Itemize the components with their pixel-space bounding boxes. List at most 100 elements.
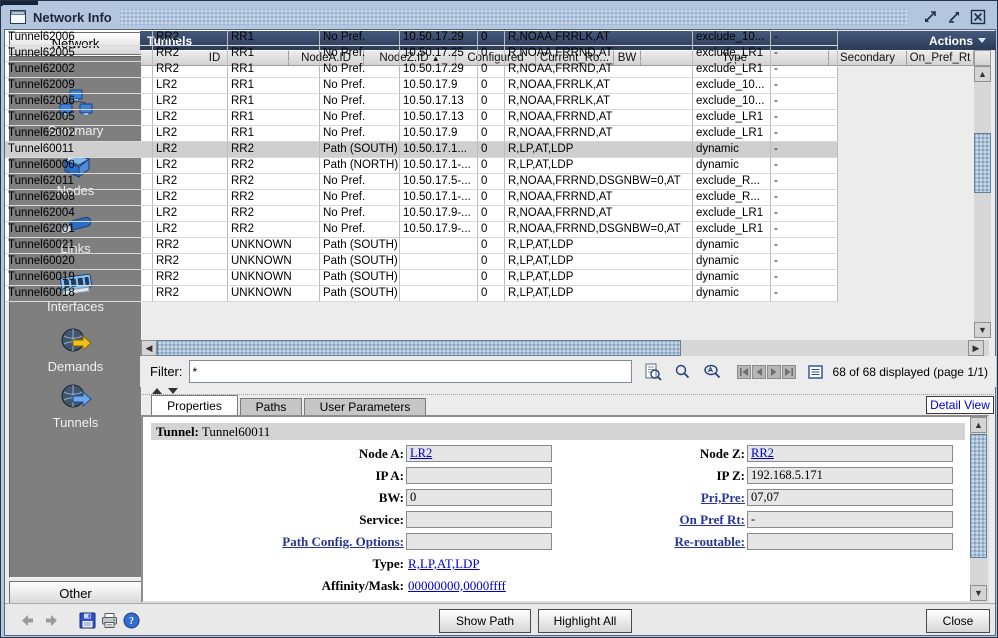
scroll-down-button[interactable]: ▼ bbox=[970, 585, 987, 601]
maximize-icon[interactable] bbox=[945, 8, 963, 26]
forward-arrow-icon[interactable] bbox=[43, 612, 60, 629]
table-cell: LR2 bbox=[153, 142, 228, 158]
table-cell: R,LP,AT,LDP bbox=[505, 158, 693, 174]
table-row[interactable]: Tunnel62009LR2RR1No Pref.10.50.17.90R,NO… bbox=[5, 78, 838, 94]
table-row[interactable]: Tunnel60021RR2UNKNOWNPath (SOUTH)0R,LP,A… bbox=[5, 238, 838, 254]
table-cell: LR2 bbox=[153, 78, 228, 94]
table-row[interactable]: Tunnel60018RR2UNKNOWNPath (SOUTH)0R,LP,A… bbox=[5, 286, 838, 302]
property-value-link[interactable]: 00000000,0000ffff bbox=[408, 577, 506, 594]
property-label[interactable]: Path Config. Options: bbox=[153, 533, 404, 551]
table-cell: - bbox=[771, 174, 838, 190]
table-cell: UNKNOWN bbox=[228, 286, 320, 302]
property-label[interactable]: Re-routable: bbox=[483, 533, 745, 551]
table-cell: Tunnel62006 bbox=[5, 30, 153, 46]
table-row[interactable]: Tunnel60011LR2RR2Path (SOUTH)10.50.17.1.… bbox=[5, 142, 838, 158]
table-row[interactable]: Tunnel62008LR2RR2No Pref.10.50.17.1-...0… bbox=[5, 190, 838, 206]
tab-user-parameters[interactable]: User Parameters bbox=[304, 398, 426, 415]
collapse-up-icon[interactable] bbox=[152, 388, 162, 394]
table-row[interactable]: Tunnel60000LR2RR2Path (NORTH)10.50.17.1-… bbox=[5, 158, 838, 174]
scroll-up-button[interactable]: ▲ bbox=[974, 66, 991, 82]
actions-menu-button[interactable]: Actions bbox=[929, 34, 986, 48]
table-cell: LR2 bbox=[153, 174, 228, 190]
column-header-secondary[interactable]: Secondary bbox=[829, 50, 907, 66]
properties-vertical-scrollbar[interactable]: ▲ ▼ bbox=[970, 417, 987, 601]
sidebar-item-demands[interactable]: Demands bbox=[10, 327, 141, 385]
tab-properties[interactable]: Properties bbox=[151, 395, 238, 415]
scroll-up-button[interactable]: ▲ bbox=[970, 417, 987, 433]
table-vertical-scrollbar[interactable]: ▲ ▼ bbox=[974, 66, 991, 338]
table-row[interactable]: Tunnel62006RR2RR1No Pref.10.50.17.290R,N… bbox=[5, 30, 838, 46]
page-list-icon[interactable] bbox=[808, 365, 823, 379]
scroll-down-button[interactable]: ▼ bbox=[974, 322, 991, 338]
property-label: Node Z: bbox=[483, 445, 745, 463]
prev-page-button[interactable] bbox=[752, 365, 766, 379]
table-cell: - bbox=[771, 190, 838, 206]
last-page-button[interactable] bbox=[782, 365, 796, 379]
property-label[interactable]: Pri,Pre: bbox=[483, 489, 745, 507]
tab-paths[interactable]: Paths bbox=[240, 398, 302, 415]
table-cell: Tunnel60019 bbox=[5, 270, 153, 286]
help-icon[interactable]: ? bbox=[123, 612, 140, 629]
table-row[interactable]: Tunnel60020RR2UNKNOWNPath (SOUTH)0R,LP,A… bbox=[5, 254, 838, 270]
iconify-icon[interactable] bbox=[921, 8, 939, 26]
tunnels-table[interactable]: Tunnel62006RR2RR1No Pref.10.50.17.290R,N… bbox=[5, 30, 838, 302]
filter-input[interactable] bbox=[189, 360, 632, 383]
tunnel-title-band: Tunnel: Tunnel60011 bbox=[151, 423, 965, 440]
table-row[interactable]: Tunnel62005RR2RR1No Pref.10.50.17.250R,N… bbox=[5, 46, 838, 62]
property-value-link[interactable]: R,LP,AT,LDP bbox=[408, 555, 480, 572]
table-cell: 0 bbox=[478, 78, 505, 94]
scrollbar-thumb[interactable] bbox=[974, 133, 991, 193]
table-row[interactable]: Tunnel62006LR2RR1No Pref.10.50.17.130R,N… bbox=[5, 94, 838, 110]
property-value[interactable]: LR2 bbox=[410, 446, 432, 460]
table-row[interactable]: Tunnel62011LR2RR2No Pref.10.50.17.5-...0… bbox=[5, 174, 838, 190]
table-cell: LR2 bbox=[153, 126, 228, 142]
sidebar-item-tunnels[interactable]: Tunnels bbox=[10, 383, 141, 441]
split-pane-divider[interactable] bbox=[140, 387, 996, 395]
next-page-button[interactable] bbox=[767, 365, 781, 379]
detail-view-button[interactable]: Detail View bbox=[926, 396, 994, 414]
table-row[interactable]: Tunnel62005LR2RR1No Pref.10.50.17.130R,N… bbox=[5, 110, 838, 126]
scroll-left-button[interactable]: ◀ bbox=[141, 340, 157, 356]
highlight-all-button[interactable]: Highlight All bbox=[538, 609, 632, 633]
property-label: Node A: bbox=[153, 445, 404, 463]
table-cell: exclude_LR1 bbox=[693, 222, 771, 238]
table-cell: exclude_LR1 bbox=[693, 46, 771, 62]
first-page-button[interactable] bbox=[737, 365, 751, 379]
show-path-button[interactable]: Show Path bbox=[439, 609, 531, 633]
table-cell: LR2 bbox=[153, 110, 228, 126]
table-cell: R,NOAA,FRRLK,AT bbox=[505, 78, 693, 94]
search-options-icon[interactable] bbox=[703, 363, 722, 380]
scrollbar-thumb[interactable] bbox=[970, 434, 987, 558]
title-bar[interactable]: Network Info bbox=[3, 5, 995, 29]
filter-bar: Filter: 68 of 68 displayed (page 1/1) bbox=[140, 356, 996, 387]
filter-preview-icon[interactable] bbox=[644, 363, 662, 381]
table-row[interactable]: Tunnel62001LR2RR2No Pref.10.50.17.9-...0… bbox=[5, 222, 838, 238]
table-row[interactable]: Tunnel62004LR2RR2No Pref.10.50.17.9-...0… bbox=[5, 206, 838, 222]
table-cell: RR2 bbox=[153, 286, 228, 302]
table-cell: 0 bbox=[478, 254, 505, 270]
print-icon[interactable] bbox=[101, 612, 118, 629]
table-row[interactable]: Tunnel62002RR2RR1No Pref.10.50.17.290R,N… bbox=[5, 62, 838, 78]
table-cell: Tunnel62005 bbox=[5, 110, 153, 126]
search-icon[interactable] bbox=[674, 363, 691, 380]
table-cell: Tunnel62002 bbox=[5, 126, 153, 142]
collapse-down-icon[interactable] bbox=[168, 388, 178, 394]
table-row[interactable]: Tunnel62002LR2RR1No Pref.10.50.17.90R,NO… bbox=[5, 126, 838, 142]
property-label[interactable]: On Pref Rt: bbox=[483, 511, 745, 529]
scroll-right-button[interactable]: ▶ bbox=[968, 340, 984, 356]
titlebar-texture bbox=[120, 9, 907, 25]
column-header-on-pref-rt[interactable]: On_Pref_Rt bbox=[907, 50, 974, 66]
table-cell: RR2 bbox=[153, 46, 228, 62]
table-horizontal-scrollbar[interactable]: ◀ ▶ bbox=[141, 340, 989, 356]
close-button[interactable]: Close bbox=[926, 609, 990, 633]
property-value[interactable]: RR2 bbox=[751, 446, 774, 460]
table-cell: 10.50.17.5-... bbox=[400, 174, 478, 190]
scrollbar-track[interactable] bbox=[974, 66, 991, 338]
table-cell: exclude_R... bbox=[693, 190, 771, 206]
save-icon[interactable] bbox=[79, 612, 96, 629]
table-cell: 0 bbox=[478, 30, 505, 46]
back-arrow-icon[interactable] bbox=[19, 612, 36, 629]
table-row[interactable]: Tunnel60019RR2UNKNOWNPath (SOUTH)0R,LP,A… bbox=[5, 270, 838, 286]
scrollbar-thumb[interactable] bbox=[157, 340, 681, 356]
close-icon[interactable] bbox=[969, 8, 987, 26]
